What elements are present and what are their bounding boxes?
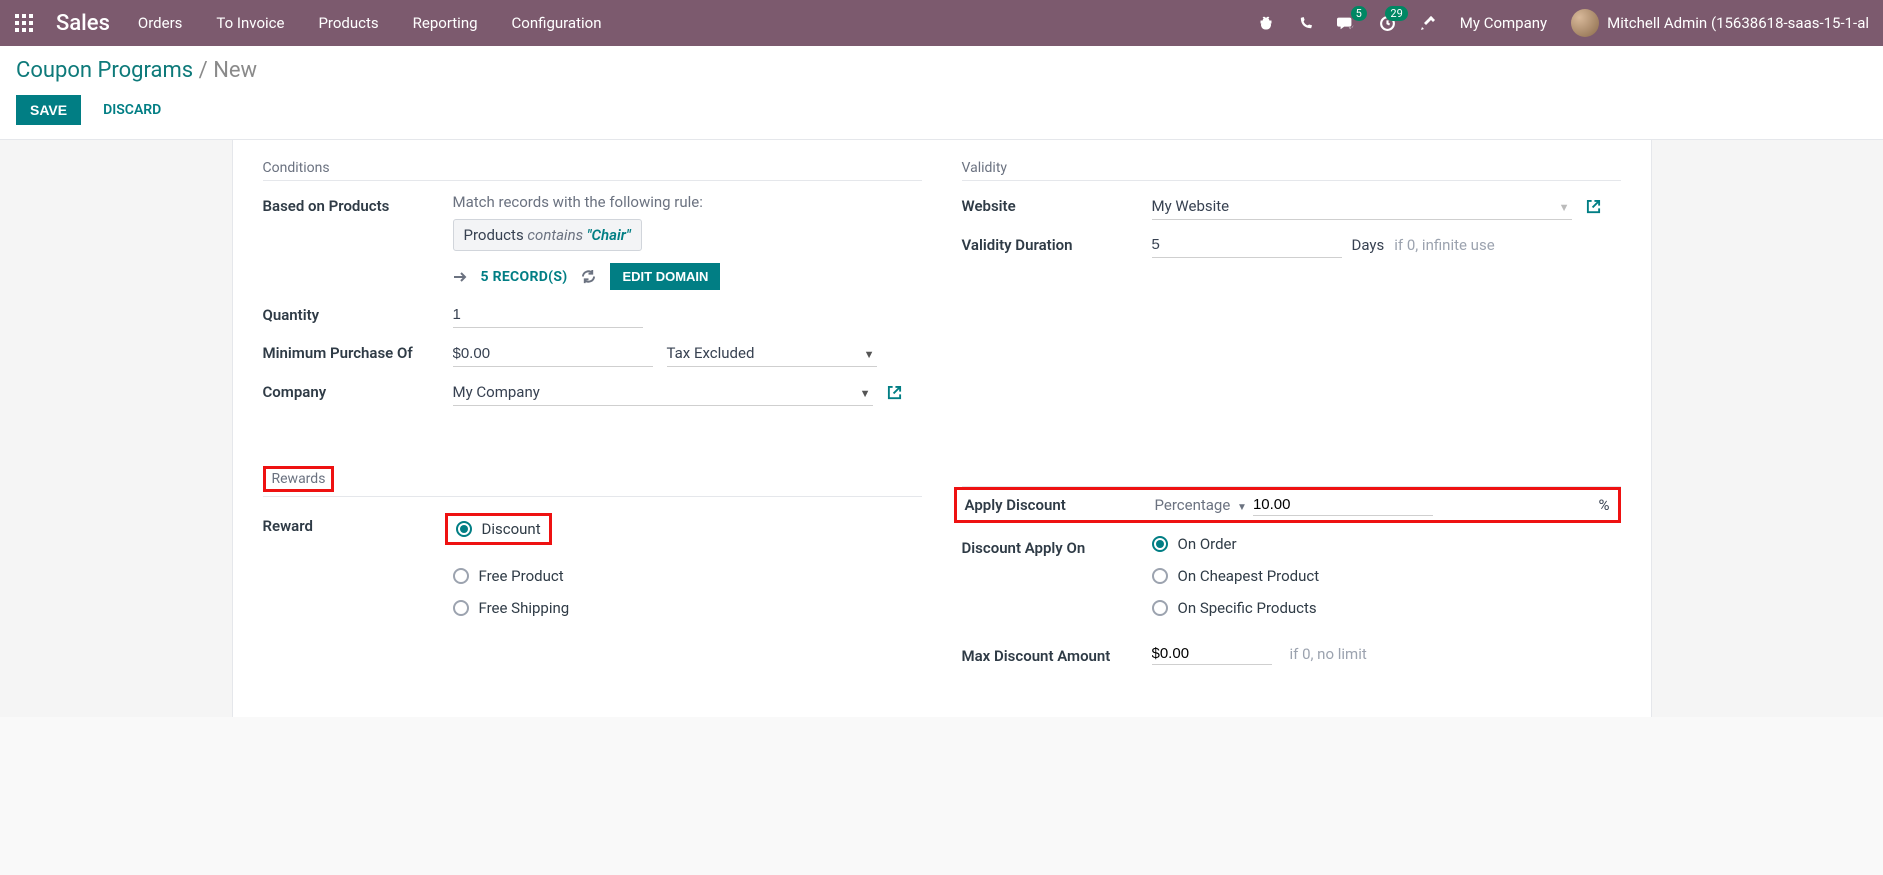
breadcrumb-separator: / xyxy=(199,58,214,83)
company-label: Company xyxy=(263,379,453,401)
edit-domain-button[interactable]: EDIT DOMAIN xyxy=(610,263,720,290)
reward-option-free-product-label: Free Product xyxy=(479,567,564,585)
min-purchase-input[interactable] xyxy=(453,341,653,367)
save-button[interactable]: SAVE xyxy=(16,95,81,125)
reward-option-free-product[interactable]: Free Product xyxy=(453,567,922,585)
company-select-value: My Company xyxy=(453,383,540,401)
validity-duration-label: Validity Duration xyxy=(962,232,1152,254)
radio-unchecked-icon xyxy=(1152,568,1168,584)
activity-badge: 29 xyxy=(1385,6,1407,21)
caret-down-icon: ▼ xyxy=(864,348,875,361)
max-discount-input[interactable] xyxy=(1152,643,1272,665)
caret-down-icon: ▼ xyxy=(1559,201,1570,214)
arrow-right-icon xyxy=(453,271,467,283)
avatar xyxy=(1571,9,1599,37)
discount-type-select[interactable]: Percentage ▼ xyxy=(1155,496,1251,514)
reward-option-discount[interactable]: Discount xyxy=(456,520,541,538)
reward-option-free-shipping[interactable]: Free Shipping xyxy=(453,599,922,617)
radio-checked-icon xyxy=(1152,536,1168,552)
refresh-icon[interactable] xyxy=(581,269,596,284)
discount-type-value: Percentage xyxy=(1155,496,1231,514)
quantity-input[interactable] xyxy=(453,302,643,328)
percent-sign: % xyxy=(1599,496,1610,514)
form-sheet: Conditions Based on Products Match recor… xyxy=(232,140,1652,717)
apply-on-cheapest-label: On Cheapest Product xyxy=(1178,567,1320,585)
discount-apply-on-label: Discount Apply On xyxy=(962,535,1152,557)
validity-hint: if 0, infinite use xyxy=(1394,236,1494,254)
rewards-title-highlight: Rewards xyxy=(263,466,335,492)
apply-on-order[interactable]: On Order xyxy=(1152,535,1621,553)
domain-chip[interactable]: Products contains "Chair" xyxy=(453,219,642,251)
menu-orders[interactable]: Orders xyxy=(138,14,183,32)
radio-unchecked-icon xyxy=(453,600,469,616)
company-select[interactable]: My Company ▼ xyxy=(453,379,873,406)
records-link[interactable]: 5 RECORD(S) xyxy=(481,269,568,285)
apply-on-cheapest[interactable]: On Cheapest Product xyxy=(1152,567,1621,585)
breadcrumb-parent[interactable]: Coupon Programs xyxy=(16,58,193,83)
control-panel: Coupon Programs / New SAVE DISCARD xyxy=(0,46,1883,140)
messages-badge: 5 xyxy=(1351,6,1367,21)
reward-label: Reward xyxy=(263,513,453,535)
radio-unchecked-icon xyxy=(453,568,469,584)
conditions-group: Conditions Based on Products Match recor… xyxy=(263,160,922,418)
breadcrumb: Coupon Programs / New xyxy=(16,58,1867,83)
apply-discount-highlight: Apply Discount Percentage ▼ % xyxy=(954,487,1621,523)
user-menu[interactable]: Mitchell Admin (15638618-saas-15-1-al xyxy=(1571,9,1869,37)
domain-field: Products xyxy=(464,226,524,244)
radio-unchecked-icon xyxy=(1152,600,1168,616)
menu-to-invoice[interactable]: To Invoice xyxy=(216,14,284,32)
breadcrumb-current: New xyxy=(213,58,257,83)
apply-discount-label: Apply Discount xyxy=(965,496,1155,514)
apply-on-specific-label: On Specific Products xyxy=(1178,599,1317,617)
domain-value: "Chair" xyxy=(587,226,631,244)
messages-icon[interactable]: 5 xyxy=(1337,15,1355,31)
bug-icon[interactable] xyxy=(1258,15,1274,31)
quantity-label: Quantity xyxy=(263,302,453,324)
caret-down-icon: ▼ xyxy=(1237,502,1247,513)
company-switcher[interactable]: My Company xyxy=(1460,14,1547,32)
validity-duration-input[interactable] xyxy=(1152,232,1342,258)
discount-value-input[interactable] xyxy=(1253,494,1433,516)
domain-description: Match records with the following rule: xyxy=(453,193,863,211)
discard-button[interactable]: DISCARD xyxy=(103,102,161,118)
website-select-value: My Website xyxy=(1152,197,1230,215)
menu-products[interactable]: Products xyxy=(318,14,378,32)
conditions-title: Conditions xyxy=(263,160,922,181)
radio-checked-icon xyxy=(456,521,472,537)
reward-option-free-shipping-label: Free Shipping xyxy=(479,599,570,617)
systray: 5 29 My Company Mitchell Admin (15638618… xyxy=(1258,9,1869,37)
reward-option-discount-label: Discount xyxy=(482,520,541,538)
tax-select[interactable]: Tax Excluded ▼ xyxy=(667,340,877,367)
apply-on-specific[interactable]: On Specific Products xyxy=(1152,599,1621,617)
external-link-icon[interactable] xyxy=(1586,199,1601,214)
menu-configuration[interactable]: Configuration xyxy=(512,14,602,32)
website-label: Website xyxy=(962,193,1152,215)
tax-select-value: Tax Excluded xyxy=(667,344,755,362)
app-brand[interactable]: Sales xyxy=(56,11,110,36)
domain-operator: contains xyxy=(527,226,583,244)
rewards-group: Rewards Reward Discount xyxy=(263,466,922,677)
external-link-icon[interactable] xyxy=(887,385,902,400)
based-on-products-label: Based on Products xyxy=(263,193,453,215)
validity-group: Validity Website My Website ▼ Vali xyxy=(962,160,1621,418)
menu-reporting[interactable]: Reporting xyxy=(413,14,478,32)
top-navbar: Sales Orders To Invoice Products Reporti… xyxy=(0,0,1883,46)
tools-icon[interactable] xyxy=(1420,15,1436,31)
validity-title: Validity xyxy=(962,160,1621,181)
activity-icon[interactable]: 29 xyxy=(1379,15,1396,32)
apps-icon[interactable] xyxy=(14,13,38,33)
max-discount-hint: if 0, no limit xyxy=(1290,645,1367,663)
days-label: Days xyxy=(1352,236,1385,254)
apply-on-order-label: On Order xyxy=(1178,535,1237,553)
phone-icon[interactable] xyxy=(1298,16,1313,31)
main-menu: Orders To Invoice Products Reporting Con… xyxy=(138,14,602,32)
caret-down-icon: ▼ xyxy=(860,387,871,400)
discount-group: Apply Discount Percentage ▼ % Discount A… xyxy=(962,466,1621,677)
rewards-title: Rewards xyxy=(272,471,326,487)
min-purchase-label: Minimum Purchase Of xyxy=(263,340,453,362)
max-discount-label: Max Discount Amount xyxy=(962,643,1152,665)
user-name: Mitchell Admin (15638618-saas-15-1-al xyxy=(1607,14,1869,32)
website-select[interactable]: My Website ▼ xyxy=(1152,193,1572,220)
